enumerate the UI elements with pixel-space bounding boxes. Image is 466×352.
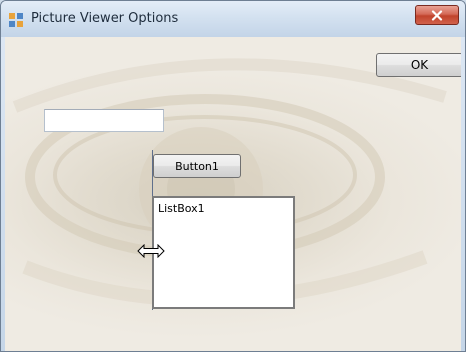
horizontal-resize-cursor-icon [137,243,165,259]
window-title: Picture Viewer Options [31,11,179,26]
ok-button[interactable]: OK [376,53,461,77]
text-input[interactable] [44,109,164,132]
listbox[interactable]: ListBox1 [152,196,295,309]
close-icon [431,6,443,25]
app-icon [9,12,23,27]
dialog-window: Picture Viewer Options OK Button1 ListBo… [0,0,466,352]
form-client-area: OK Button1 ListBox1 [5,37,461,351]
close-button[interactable] [415,5,459,25]
listbox-label: ListBox1 [158,202,205,215]
title-bar[interactable]: Picture Viewer Options [1,1,465,37]
button1[interactable]: Button1 [153,154,241,178]
